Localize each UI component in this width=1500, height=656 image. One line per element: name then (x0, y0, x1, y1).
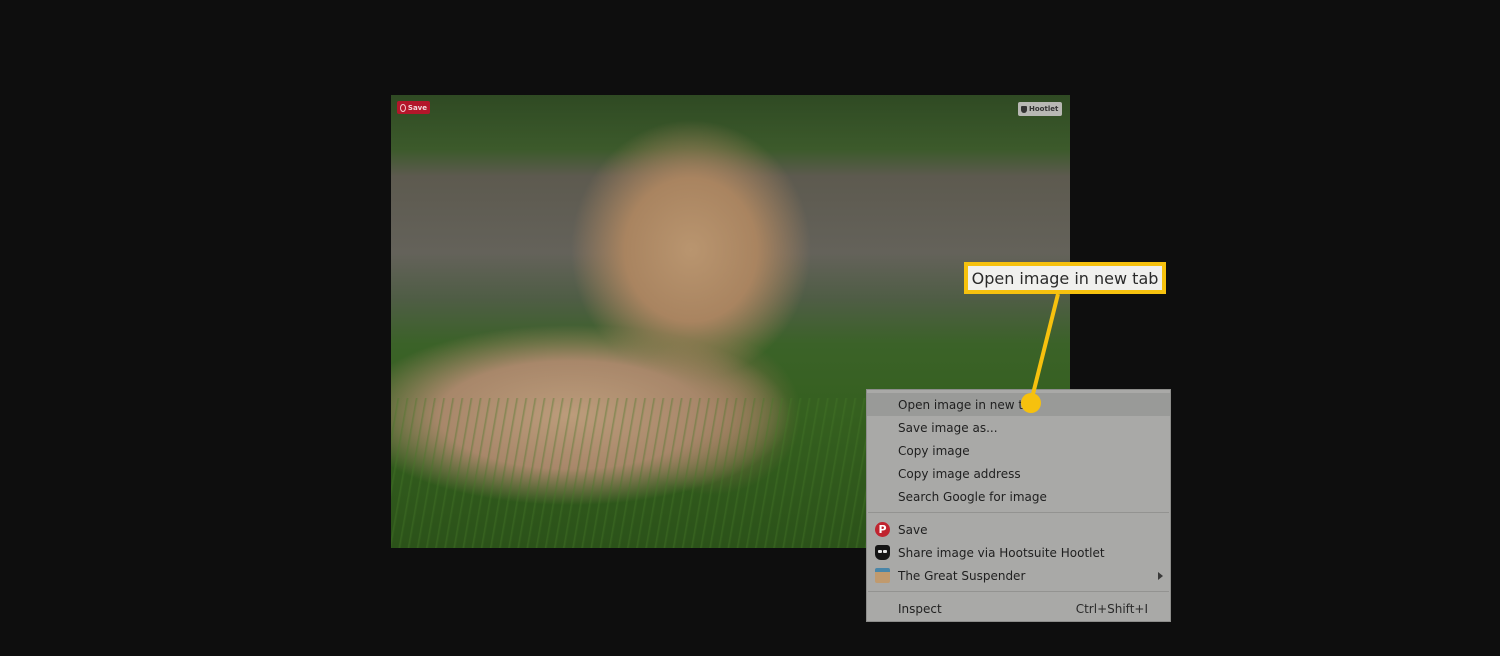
hootsuite-owl-icon (875, 545, 890, 560)
pinterest-icon (400, 103, 406, 112)
menu-item-inspect[interactable]: Inspect Ctrl+Shift+I (867, 597, 1170, 620)
menu-item-label: Inspect (898, 601, 942, 616)
menu-item-label: The Great Suspender (898, 568, 1026, 583)
menu-item-pinterest-save[interactable]: P Save (867, 518, 1170, 541)
menu-item-search-google-for-image[interactable]: Search Google for image (867, 485, 1170, 508)
menu-item-label: Copy image address (898, 466, 1021, 481)
hootsuite-owl-icon (1021, 105, 1027, 113)
pinterest-save-button[interactable]: Save (397, 101, 430, 114)
menu-item-label: Save image as... (898, 420, 998, 435)
hootlet-label: Hootlet (1029, 105, 1059, 113)
submenu-arrow-icon (1158, 571, 1163, 580)
menu-item-open-image-new-tab[interactable]: Open image in new tab (867, 393, 1170, 416)
callout-label: Open image in new tab (964, 262, 1166, 294)
pinterest-save-label: Save (407, 103, 427, 112)
menu-separator (868, 591, 1169, 592)
menu-item-label: Search Google for image (898, 489, 1047, 504)
menu-item-label: Copy image (898, 443, 970, 458)
menu-separator (868, 512, 1169, 513)
menu-item-label: Share image via Hootsuite Hootlet (898, 545, 1105, 560)
great-suspender-icon (875, 568, 890, 583)
menu-item-label: Open image in new tab (898, 397, 1039, 412)
menu-item-save-image-as[interactable]: Save image as... (867, 416, 1170, 439)
menu-item-label: Save (898, 522, 928, 537)
menu-item-shortcut: Ctrl+Shift+I (1075, 601, 1148, 616)
menu-item-copy-image[interactable]: Copy image (867, 439, 1170, 462)
context-menu: Open image in new tab Save image as... C… (866, 389, 1171, 622)
menu-item-share-hootlet[interactable]: Share image via Hootsuite Hootlet (867, 541, 1170, 564)
pinterest-icon: P (875, 522, 890, 537)
menu-item-copy-image-address[interactable]: Copy image address (867, 462, 1170, 485)
callout-text: Open image in new tab (971, 268, 1159, 288)
hootlet-button[interactable]: Hootlet (1018, 102, 1062, 116)
menu-item-great-suspender[interactable]: The Great Suspender (867, 564, 1170, 587)
